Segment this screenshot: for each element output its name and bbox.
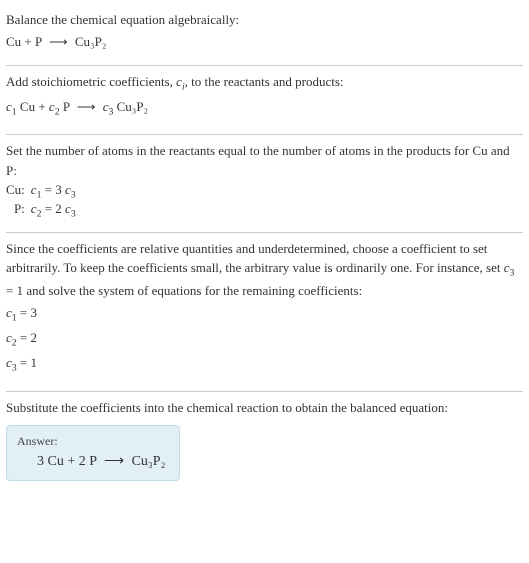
section-solve: Since the coefficients are relative quan… — [6, 233, 523, 391]
section-answer: Substitute the coefficients into the che… — [6, 392, 523, 494]
section-coefficients: Add stoichiometric coefficients, ci, to … — [6, 66, 523, 134]
balance-equations: Cu: c1 = 3 c3 P: c2 = 2 c3 — [6, 182, 76, 219]
cv-sub: 3 — [510, 268, 515, 279]
text-b: , to the reactants and products: — [185, 74, 344, 89]
coeff-equation: c1 Cu + c2 P ⟶ c3 Cu₃P₂ — [6, 97, 523, 120]
row-eq: c2 = 2 c3 — [31, 201, 76, 220]
solve-text: Since the coefficients are relative quan… — [6, 239, 523, 301]
coeff-text: Add stoichiometric coefficients, ci, to … — [6, 72, 523, 95]
row-eq: c1 = 3 c3 — [31, 182, 76, 201]
eq-op: = 3 — [41, 182, 65, 197]
arrow-icon: ⟶ — [45, 32, 72, 52]
balance-text: Set the number of atoms in the reactants… — [6, 141, 523, 180]
rhs: Cu₃P₂ — [132, 454, 166, 469]
arrow-icon: ⟶ — [100, 453, 128, 470]
eq-op: = 2 — [41, 201, 65, 216]
rhs: Cu₃P₂ — [75, 34, 106, 49]
solve-row: c2 = 2 — [6, 328, 523, 351]
solve-row: c3 = 1 — [6, 353, 523, 376]
p-a: Since the coefficients are relative quan… — [6, 241, 504, 276]
answer-label: Answer: — [17, 434, 165, 449]
answer-text: Substitute the coefficients into the che… — [6, 398, 523, 418]
rhs-s: 3 — [71, 209, 76, 220]
row-label: Cu: — [6, 182, 31, 201]
lhs: Cu + P — [6, 34, 42, 49]
balance-row: P: c2 = 2 c3 — [6, 201, 76, 220]
answer-box: Answer: 3 Cu + 2 P ⟶ Cu₃P₂ — [6, 425, 180, 481]
solve-row: c1 = 3 — [6, 303, 523, 326]
balance-row: Cu: c1 = 3 c3 — [6, 182, 76, 201]
t2: P — [60, 99, 70, 114]
text-a: Add stoichiometric coefficients, — [6, 74, 176, 89]
t3: Cu₃P₂ — [113, 99, 148, 114]
p-b: = 1 and solve the system of equations fo… — [6, 283, 362, 298]
t1: Cu + — [17, 99, 49, 114]
arrow-icon: ⟶ — [73, 97, 100, 117]
answer-equation: 3 Cu + 2 P ⟶ Cu₃P₂ — [17, 453, 165, 470]
v: = 3 — [17, 305, 37, 320]
problem-text: Balance the chemical equation algebraica… — [6, 10, 523, 30]
section-problem: Balance the chemical equation algebraica… — [6, 4, 523, 65]
v: = 1 — [17, 355, 37, 370]
section-atom-balance: Set the number of atoms in the reactants… — [6, 135, 523, 231]
rhs-s: 3 — [71, 190, 76, 201]
v: = 2 — [17, 330, 37, 345]
row-label: P: — [6, 201, 31, 220]
lhs: 3 Cu + 2 P — [37, 454, 97, 469]
problem-equation: Cu + P ⟶ Cu₃P₂ — [6, 32, 523, 52]
